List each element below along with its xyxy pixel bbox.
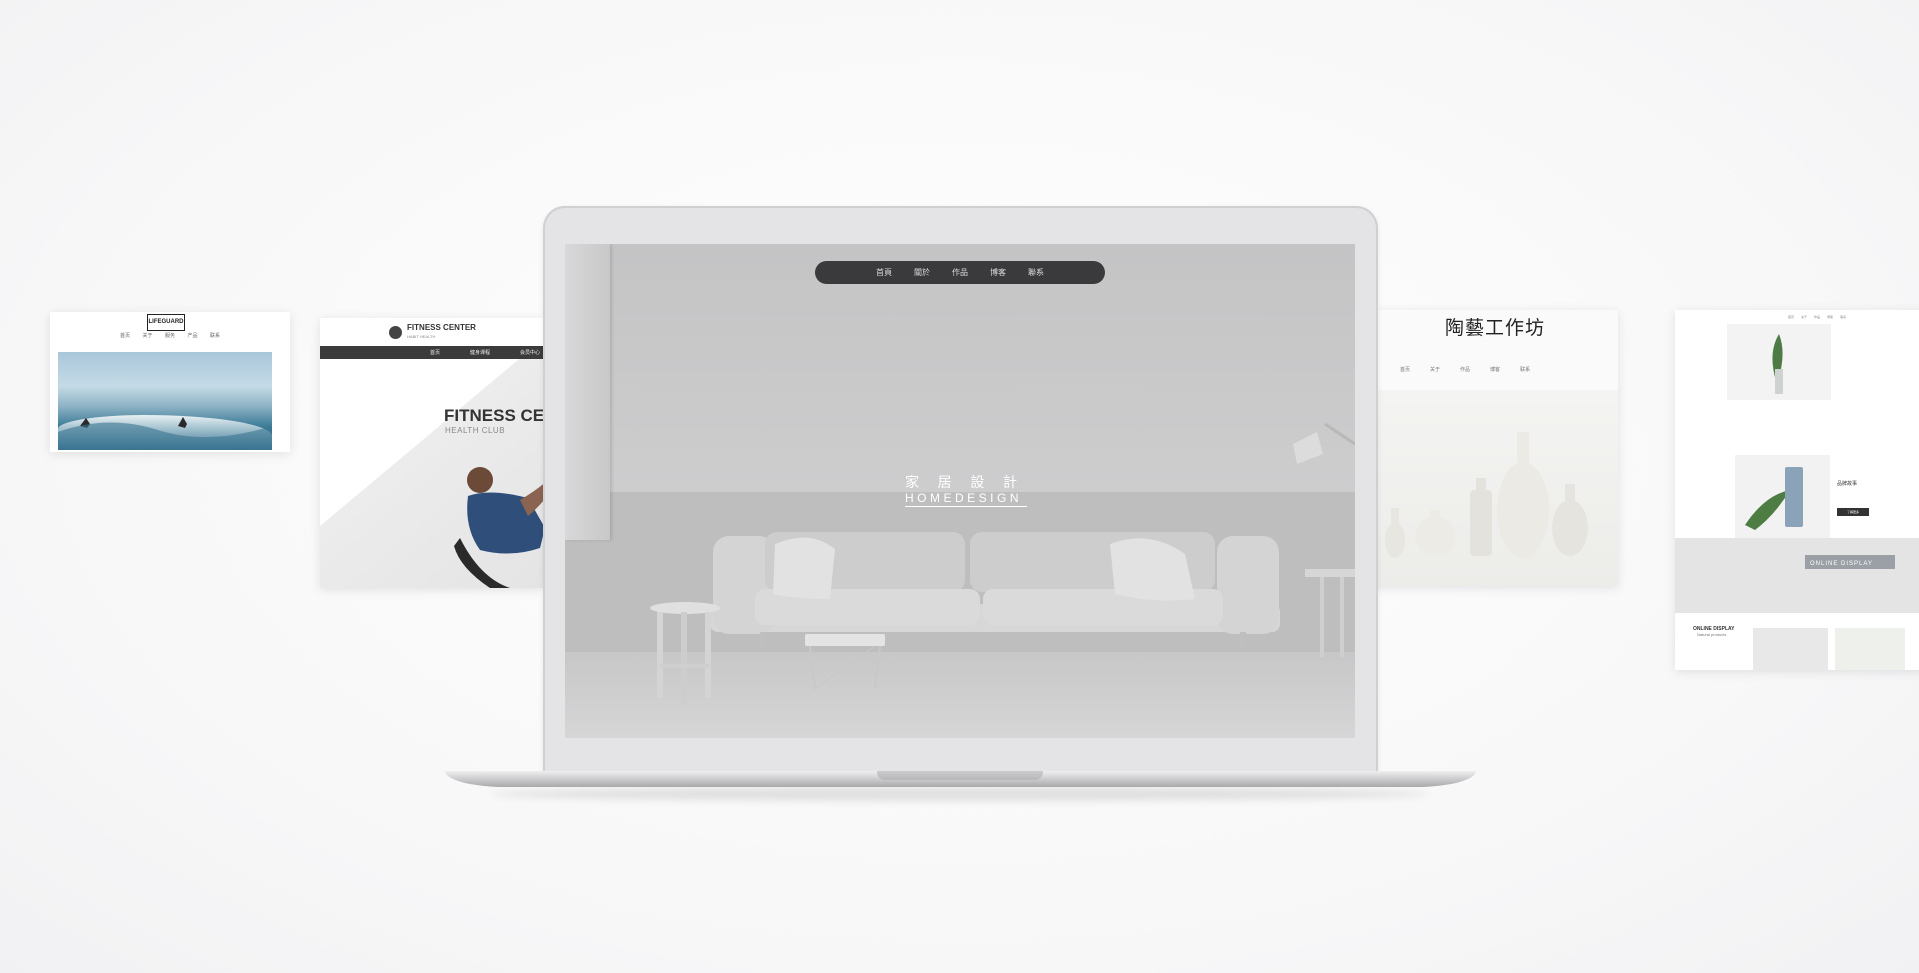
pottery-nav: 首页 关于 作品 博客 联系 xyxy=(1400,366,1530,373)
nav-item[interactable]: 会员中心 xyxy=(520,349,540,356)
nav-item[interactable]: 联系 xyxy=(1520,366,1530,373)
banner-text: ONLINE DISPLAY xyxy=(1810,561,1873,567)
sofa-icon xyxy=(710,532,1280,648)
nav-item[interactable]: 关于 xyxy=(142,332,152,339)
hero-char: 居 xyxy=(937,475,952,491)
fitness-subtitle: HEALTH CLUB xyxy=(445,426,506,435)
fitness-nav: 首页 健身课程 会员中心 xyxy=(320,346,545,359)
nav-item[interactable]: 联系 xyxy=(210,332,220,339)
fitness-header: FITNESS CENTER HABIT HEALTH xyxy=(320,318,545,346)
stool-icon xyxy=(650,602,720,704)
cream-tube-image xyxy=(1735,455,1830,540)
laptop-notch xyxy=(877,771,1043,780)
learn-more-button[interactable]: 了解更多 xyxy=(1837,508,1869,516)
nav-item[interactable]: 联系 xyxy=(1840,315,1846,319)
fitness-site-preview[interactable]: FITNESS CENTER HABIT HEALTH 首页 健身课程 会员中心… xyxy=(320,318,545,588)
surfers-icon xyxy=(58,417,272,450)
fitness-brand-name: FITNESS CENTER xyxy=(407,323,476,332)
lifeguard-site-preview[interactable]: LIFEGUARD 首页 关于 服务 产品 联系 xyxy=(50,312,290,452)
nav-item[interactable]: 首页 xyxy=(120,332,130,339)
plant-nav: 首页 关于 作品 博客 联系 xyxy=(1788,315,1846,319)
fitness-brand-sub: HABIT HEALTH xyxy=(407,334,436,339)
product-title: 品牌故事 xyxy=(1837,481,1858,487)
side-table-icon xyxy=(1305,569,1355,657)
floor-lamp-icon xyxy=(1293,422,1355,464)
section-subtitle: Natural products xyxy=(1697,632,1727,637)
plant-site-preview[interactable]: 首页 关于 作品 博客 联系 品牌故事 了解更多 ONLINE DISPLAY … xyxy=(1675,310,1919,670)
vases-hero-image xyxy=(1370,390,1618,586)
nav-item[interactable]: 博客 xyxy=(1490,366,1500,373)
vases-icon xyxy=(1385,432,1588,558)
leaf-image xyxy=(1835,628,1905,670)
nav-item[interactable]: 博客 xyxy=(1827,315,1833,319)
hero-title-en: HOMEDESIGN xyxy=(905,491,1027,507)
cup-image xyxy=(1753,628,1828,670)
nav-item[interactable]: 服务 xyxy=(165,332,175,339)
hero-char: 家 xyxy=(905,475,919,491)
nav-item[interactable]: 首页 xyxy=(1400,366,1410,373)
nav-item[interactable]: 健身课程 xyxy=(470,349,490,356)
laptop-shadow xyxy=(490,787,1430,801)
plant-product-image xyxy=(1727,324,1831,400)
hero-char: 計 xyxy=(1002,475,1017,491)
nav-item[interactable]: 博客 xyxy=(990,267,1006,278)
hero-char: 設 xyxy=(970,475,985,491)
nav-item[interactable]: 聯系 xyxy=(1028,267,1044,278)
hero-title-cn: 家 居 設 計 xyxy=(905,472,1017,492)
site-nav: 首頁 關於 作品 博客 聯系 xyxy=(815,261,1105,284)
nav-item[interactable]: 作品 xyxy=(1814,315,1820,319)
surf-hero-image xyxy=(58,352,272,450)
nav-item[interactable]: 关于 xyxy=(1801,315,1807,319)
lifeguard-logo: LIFEGUARD xyxy=(147,314,185,331)
nav-item[interactable]: 首页 xyxy=(430,349,440,356)
nav-item[interactable]: 作品 xyxy=(952,267,968,278)
fitness-brand: FITNESS CENTER HABIT HEALTH xyxy=(407,323,476,341)
coffee-table-icon xyxy=(805,634,885,690)
nav-item[interactable]: 产品 xyxy=(187,332,197,339)
athlete-image xyxy=(454,467,545,588)
nav-item[interactable]: 關於 xyxy=(914,267,930,278)
laptop-screen: 首頁 關於 作品 博客 聯系 家 居 設 計 HOMEDESIGN xyxy=(565,244,1355,738)
laptop-lid: 首頁 關於 作品 博客 聯系 家 居 設 計 HOMEDESIGN xyxy=(543,206,1378,774)
nav-item[interactable]: 作品 xyxy=(1460,366,1470,373)
fitness-emblem-icon xyxy=(389,325,403,339)
pottery-brand: 陶藝工作坊 xyxy=(1444,317,1545,339)
nav-item[interactable]: 首頁 xyxy=(876,267,892,278)
banner-band xyxy=(1675,538,1919,613)
nav-item[interactable]: 首页 xyxy=(1788,315,1794,319)
lifeguard-nav: 首页 关于 服务 产品 联系 xyxy=(120,332,220,339)
nav-item[interactable]: 关于 xyxy=(1430,366,1440,373)
pottery-site-preview[interactable]: 陶藝工作坊 首页 关于 作品 博客 联系 xyxy=(1370,310,1618,586)
fitness-title: FITNESS CENTER xyxy=(444,406,545,425)
